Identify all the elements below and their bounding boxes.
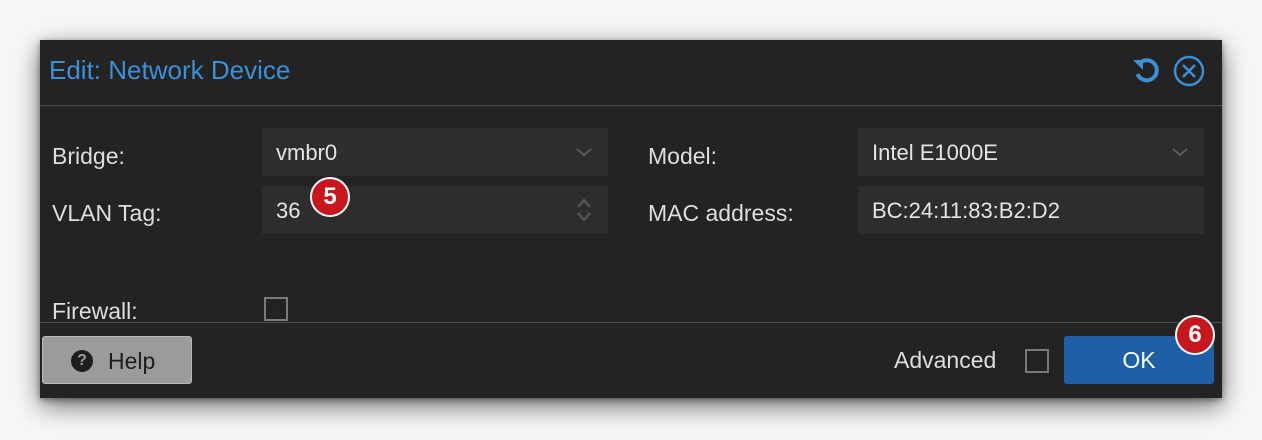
dialog-title: Edit: Network Device [49,55,291,85]
bridge-label: Bridge: [52,143,125,169]
question-icon: ? [71,350,93,372]
advanced-checkbox[interactable] [1025,349,1049,373]
bridge-select[interactable]: vmbr0 [262,128,608,176]
model-select[interactable]: Intel E1000E [858,128,1204,176]
advanced-label: Advanced [894,347,997,373]
help-button[interactable]: ? Help [42,336,192,384]
dialog-footer: ? Help Advanced OK [40,322,1222,398]
help-button-label: Help [108,348,156,374]
chevron-down-icon[interactable] [570,138,598,166]
dialog-body: Bridge: vmbr0 VLAN Tag: 36 Firewall: Mod… [40,106,1222,324]
vlan-tag-label: VLAN Tag: [52,200,162,226]
close-icon[interactable] [1172,54,1206,88]
bridge-value: vmbr0 [276,140,338,165]
edit-network-device-dialog: Edit: Network Device Bridge: vmbr0 VLAN … [40,40,1222,398]
chevron-down-icon[interactable] [1166,138,1194,166]
firewall-label: Firewall: [52,298,138,324]
firewall-checkbox[interactable] [264,297,288,321]
vlan-tag-value: 36 [276,198,301,223]
step-badge-6: 6 [1175,315,1215,355]
model-label: Model: [648,143,718,169]
mac-address-value: BC:24:11:83:B2:D2 [872,198,1060,223]
mac-address-label: MAC address: [648,200,794,226]
step-badge-5: 5 [310,177,350,217]
dialog-header: Edit: Network Device [40,40,1222,106]
model-value: Intel E1000E [872,140,998,165]
mac-address-input[interactable]: BC:24:11:83:B2:D2 [858,186,1204,234]
spinner-icon[interactable] [570,196,598,224]
reset-icon[interactable] [1130,54,1164,88]
